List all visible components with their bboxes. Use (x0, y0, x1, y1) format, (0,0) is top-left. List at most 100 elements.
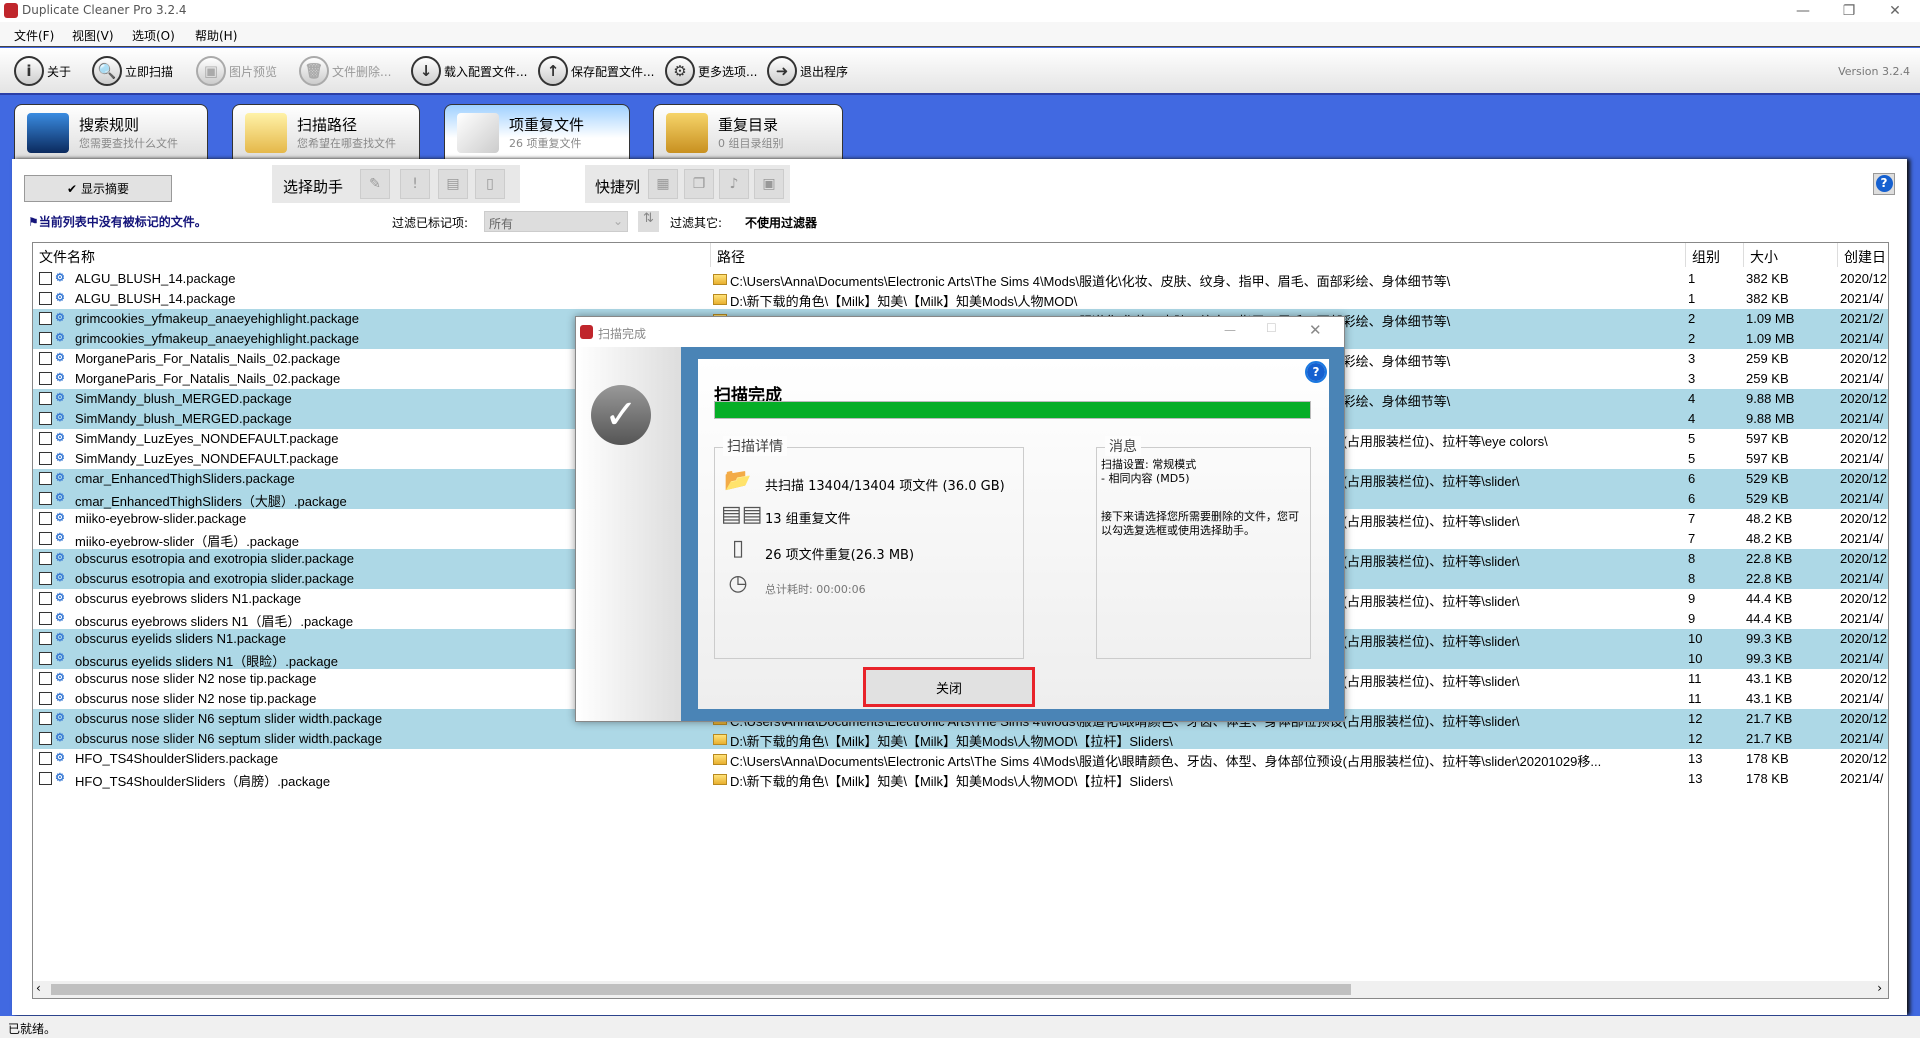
row-checkbox[interactable] (39, 412, 52, 425)
row-checkbox[interactable] (39, 292, 52, 305)
package-icon: ⚙ (55, 312, 65, 324)
toolbar-button-1[interactable]: 🔍 立即扫描 (92, 55, 173, 87)
scroll-left-icon[interactable]: ‹ (36, 981, 41, 995)
row-checkbox[interactable] (39, 692, 52, 705)
file-size: 178 KB (1746, 771, 1789, 786)
app-icon (580, 325, 593, 339)
folder-filter-icon[interactable]: ▤ (438, 169, 468, 199)
row-checkbox[interactable] (39, 452, 52, 465)
column-header-group[interactable]: 组别 (1686, 243, 1744, 267)
horizontal-scrollbar[interactable]: ‹ › (33, 981, 1888, 998)
row-checkbox[interactable] (39, 272, 52, 285)
table-row[interactable]: ⚙ ALGU_BLUSH_14.package D:\新下载的角色\【Milk】知美… (33, 289, 1888, 309)
scan-mode-text: - 相同内容 (MD5) (1101, 472, 1190, 485)
column-header-size[interactable]: 大小 (1744, 243, 1838, 267)
group-number: 2 (1688, 331, 1696, 346)
toolbar-label: 文件删除... (332, 64, 392, 79)
row-checkbox[interactable] (39, 732, 52, 745)
toolbar-label: 退出程序 (800, 64, 849, 79)
table-row[interactable]: ⚙ ALGU_BLUSH_14.package C:\Users\Anna\Docu… (33, 269, 1888, 289)
toolbar-icon: ⚙ (665, 56, 695, 86)
created-date: 2020/12 (1840, 351, 1887, 366)
help-icon[interactable]: ? (1305, 361, 1327, 383)
menu-view[interactable]: 视图(V) (72, 27, 114, 44)
tab-1[interactable]: 扫描路径 您希望在哪查找文件 (232, 104, 420, 160)
toolbar-button-7[interactable]: ➜ 退出程序 (767, 55, 848, 87)
row-checkbox[interactable] (39, 632, 52, 645)
tab-0[interactable]: 搜索规则 您需要查找什么文件 (14, 104, 208, 160)
toolbar-icon: 🔍 (92, 56, 122, 86)
row-checkbox[interactable] (39, 332, 52, 345)
row-checkbox[interactable] (39, 652, 52, 665)
scrollbar-thumb[interactable] (51, 984, 1351, 995)
file-size: 529 KB (1746, 471, 1789, 486)
toolbar-button-5[interactable]: ↑ 保存配置文件... (538, 55, 654, 87)
row-checkbox[interactable] (39, 712, 52, 725)
row-checkbox[interactable] (39, 772, 52, 785)
row-checkbox[interactable] (39, 532, 52, 545)
next-step-text: 接下来请选择您所需要删除的文件，您可以勾选复选框或使用选择助手。 (1101, 510, 1299, 537)
row-checkbox[interactable] (39, 312, 52, 325)
group-number: 3 (1688, 371, 1696, 386)
scroll-right-icon[interactable]: › (1877, 981, 1882, 995)
duplicate-file-icon: ▯ (731, 536, 745, 561)
toolbar-button-2[interactable]: ▣ 图片预览 (196, 55, 277, 87)
package-icon: ⚙ (55, 412, 65, 424)
window-icon[interactable]: ❐ (684, 169, 714, 199)
toolbar-button-3[interactable]: 🗑 文件删除... (299, 55, 391, 87)
close-button[interactable]: 关闭 (863, 667, 1035, 707)
wand-icon[interactable]: ✎ (360, 169, 390, 199)
toolbar-button-0[interactable]: i 关于 (14, 55, 71, 87)
row-checkbox[interactable] (39, 572, 52, 585)
alert-icon[interactable]: ! (400, 169, 430, 199)
row-checkbox[interactable] (39, 592, 52, 605)
menu-options[interactable]: 选项(O) (132, 27, 175, 44)
row-checkbox[interactable] (39, 672, 52, 685)
menu-help[interactable]: 帮助(H) (195, 27, 237, 44)
menu-file[interactable]: 文件(F) (14, 27, 54, 44)
close-window-button[interactable]: ✕ (1872, 0, 1918, 22)
row-checkbox[interactable] (39, 392, 52, 405)
row-checkbox[interactable] (39, 492, 52, 505)
filter-marked-select[interactable]: 所有 ⌄ (484, 211, 628, 232)
refresh-icon[interactable]: ⇅ (638, 211, 659, 232)
row-checkbox[interactable] (39, 472, 52, 485)
row-checkbox[interactable] (39, 752, 52, 765)
music-icon[interactable]: ♪ (719, 169, 749, 199)
table-row[interactable]: ⚙ HFO_TS4ShoulderSliders（肩膀）.package D:\新下… (33, 769, 1888, 789)
column-header-path[interactable]: 路径 (711, 243, 1686, 267)
toolbar-button-4[interactable]: ↓ 载入配置文件... (411, 55, 527, 87)
image-icon[interactable]: ▣ (754, 169, 784, 199)
table-row[interactable]: ⚙ HFO_TS4ShoulderSliders.package C:\Users\… (33, 749, 1888, 769)
file-size: 597 KB (1746, 431, 1789, 446)
row-checkbox[interactable] (39, 432, 52, 445)
filter-other-label: 过滤其它: (670, 216, 723, 230)
file-size: 1.09 MB (1746, 311, 1795, 326)
grid-icon[interactable]: ▦ (648, 169, 678, 199)
dialog-maximize-button[interactable]: ☐ (1266, 321, 1277, 335)
tab-3[interactable]: 重复目录 0 组目录组别 (653, 104, 843, 160)
row-checkbox[interactable] (39, 512, 52, 525)
row-checkbox[interactable] (39, 612, 52, 625)
file-size: 9.88 MB (1746, 411, 1795, 426)
maximize-button[interactable]: ❐ (1826, 0, 1872, 22)
tab-2[interactable]: 项重复文件 26 项重复文件 (444, 104, 630, 160)
column-header-created[interactable]: 创建日 (1838, 243, 1888, 267)
dialog-close-icon[interactable]: ✕ (1309, 321, 1322, 339)
document-icon[interactable]: ▯ (475, 169, 505, 199)
group-number: 7 (1688, 531, 1696, 546)
table-row[interactable]: ⚙ obscurus nose slider N6 septum slider w… (33, 729, 1888, 749)
dialog-minimize-button[interactable]: — (1224, 323, 1236, 337)
row-checkbox[interactable] (39, 552, 52, 565)
help-icon[interactable]: ? (1873, 173, 1895, 195)
toolbar-icon: ↓ (411, 56, 441, 86)
minimize-button[interactable]: — (1780, 0, 1826, 22)
file-size: 48.2 KB (1746, 531, 1793, 546)
show-summary-button[interactable]: ✔ 显示摘要 (24, 175, 172, 202)
toolbar-button-6[interactable]: ⚙ 更多选项... (665, 55, 757, 87)
row-checkbox[interactable] (39, 372, 52, 385)
created-date: 2021/4/ (1840, 491, 1884, 506)
row-checkbox[interactable] (39, 352, 52, 365)
column-header-name[interactable]: 文件名称 (33, 243, 711, 267)
toolbar-label: 关于 (47, 64, 72, 79)
